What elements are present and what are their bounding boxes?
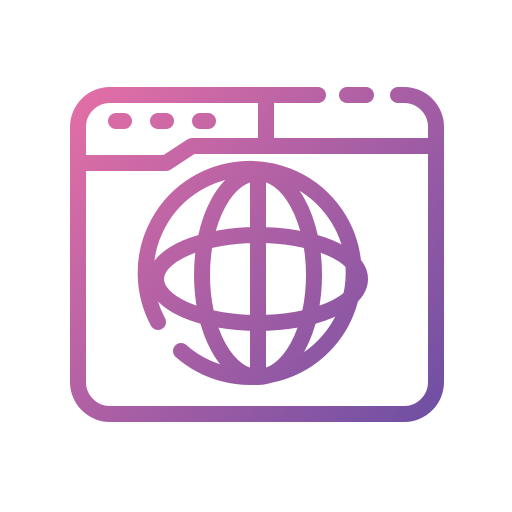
icon-canvas [0,0,512,512]
tab-header-line [70,138,444,171]
browser-globe-icon [70,87,444,422]
globe-outline [137,160,362,385]
